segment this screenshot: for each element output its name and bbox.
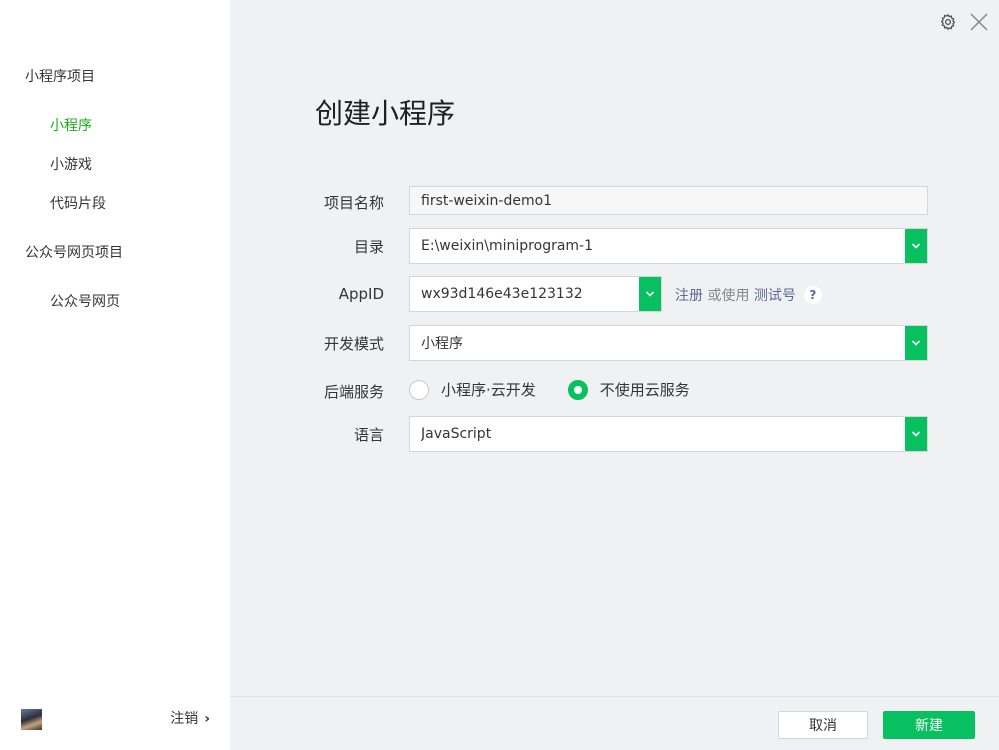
radio-no-cloud[interactable] xyxy=(567,379,588,400)
page-title: 创建小程序 xyxy=(315,97,456,130)
or-use-text: 或使用 xyxy=(703,288,754,304)
radio-cloud-dev[interactable] xyxy=(409,379,429,400)
test-account-link[interactable]: 测试号 xyxy=(754,285,796,305)
project-name-value: first-weixin-demo1 xyxy=(421,192,553,209)
radio-dot xyxy=(573,385,582,394)
help-icon[interactable]: ? xyxy=(803,286,822,304)
chevron-down-icon[interactable] xyxy=(905,417,927,451)
radio-no-cloud-label[interactable]: 不使用云服务 xyxy=(600,379,690,400)
footer-bar: 取消 新建 xyxy=(230,696,999,750)
appid-label: AppID xyxy=(338,285,384,303)
cancel-button[interactable]: 取消 xyxy=(778,711,868,739)
sidebar: 小程序项目 小程序 小游戏 代码片段 公众号网页项目 公众号网页 注销 › xyxy=(0,0,230,750)
sidebar-item-code-snippet[interactable]: 代码片段 xyxy=(50,193,106,213)
language-value: JavaScript xyxy=(421,426,492,442)
directory-select[interactable]: E:\weixin\miniprogram-1 xyxy=(409,228,928,264)
appid-value: wx93d146e43e123132 xyxy=(421,286,583,302)
appid-links: 注册 或使用 测试号 ? xyxy=(675,285,822,305)
create-button[interactable]: 新建 xyxy=(883,711,975,739)
close-icon[interactable] xyxy=(969,12,989,32)
sidebar-item-miniprogram[interactable]: 小程序 xyxy=(50,115,92,135)
sidebar-footer: 注销 › xyxy=(0,696,230,750)
project-name-label: 项目名称 xyxy=(323,194,384,212)
dev-mode-select[interactable]: 小程序 xyxy=(409,325,928,361)
chevron-down-icon[interactable] xyxy=(905,326,927,360)
appid-select[interactable]: wx93d146e43e123132 xyxy=(409,276,662,312)
sidebar-item-minigame[interactable]: 小游戏 xyxy=(50,154,92,174)
register-link[interactable]: 注册 xyxy=(675,285,703,305)
directory-value: E:\weixin\miniprogram-1 xyxy=(421,238,594,254)
backend-label: 后端服务 xyxy=(323,383,384,401)
directory-label: 目录 xyxy=(353,238,384,256)
main-panel: 创建小程序 项目名称 first-weixin-demo1 目录 E:\weix… xyxy=(230,0,999,750)
chevron-right-icon: › xyxy=(204,711,210,727)
logout-button[interactable]: 注销 › xyxy=(170,708,210,728)
chevron-down-icon[interactable] xyxy=(639,277,661,311)
radio-cloud-dev-label[interactable]: 小程序·云开发 xyxy=(441,379,536,400)
dev-mode-value: 小程序 xyxy=(421,336,463,352)
language-select[interactable]: JavaScript xyxy=(409,416,928,452)
logout-label: 注销 xyxy=(170,711,199,727)
project-name-input[interactable]: first-weixin-demo1 xyxy=(409,186,928,215)
window-controls xyxy=(939,12,989,32)
avatar[interactable] xyxy=(21,709,42,730)
backend-radio-group: 小程序·云开发 不使用云服务 xyxy=(409,379,722,400)
language-label: 语言 xyxy=(353,426,384,444)
sidebar-item-official-account-web[interactable]: 公众号网页 xyxy=(50,291,120,311)
gear-icon[interactable] xyxy=(939,13,957,31)
dev-mode-label: 开发模式 xyxy=(323,335,384,353)
sidebar-group-official-account-projects: 公众号网页项目 xyxy=(25,245,123,261)
sidebar-group-miniprogram-projects: 小程序项目 xyxy=(25,69,95,85)
chevron-down-icon[interactable] xyxy=(905,229,927,263)
